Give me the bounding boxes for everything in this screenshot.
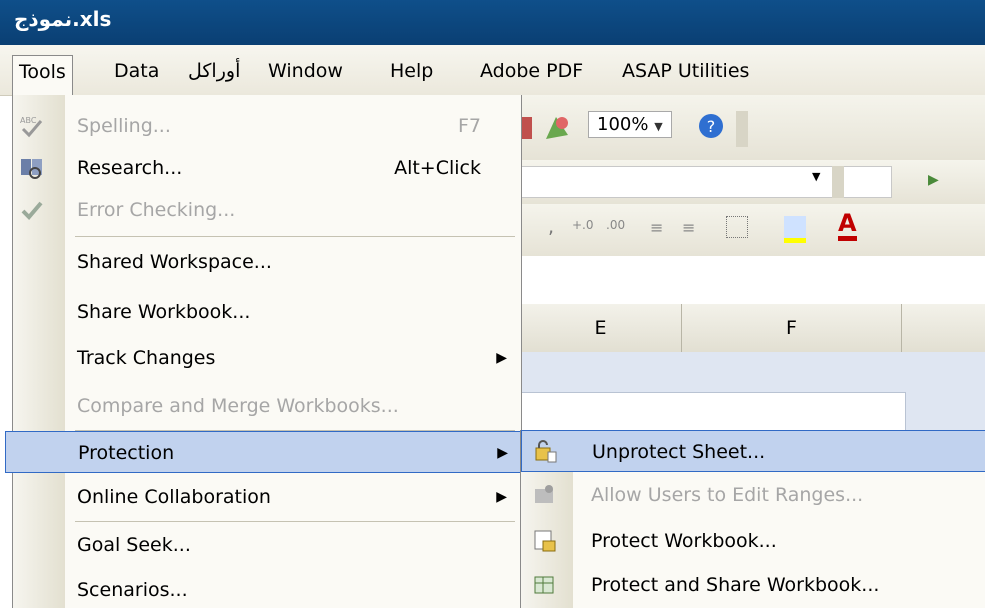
cell[interactable] — [520, 392, 906, 432]
menu-item-label: Share Workbook... — [77, 301, 251, 323]
play-icon[interactable]: ▶ — [928, 172, 939, 188]
svg-text:ABC: ABC — [20, 116, 37, 125]
menu-item-label: Scenarios... — [77, 579, 188, 601]
protection-submenu: Unprotect Sheet... Allow Users to Edit R… — [520, 430, 985, 608]
menu-help[interactable]: Help — [384, 55, 439, 87]
menu-item-label: Online Collaboration — [77, 486, 271, 508]
menu-item-label: Track Changes — [77, 347, 216, 369]
chevron-down-icon: ▼ — [654, 120, 663, 133]
zoom-select[interactable]: 100% ▼ — [588, 111, 672, 138]
submenu-item-protect-share-workbook[interactable]: Protect and Share Workbook... — [521, 564, 985, 606]
menu-item-protection[interactable]: Protection ▶ — [5, 431, 523, 473]
toolbar-options-icon[interactable] — [736, 111, 748, 147]
increase-indent-icon[interactable]: ≡ — [682, 218, 695, 237]
menu-oracle[interactable]: أوراكل — [182, 55, 246, 87]
menu-item-compare-merge[interactable]: Compare and Merge Workbooks... — [13, 385, 521, 427]
menu-item-label: Goal Seek... — [77, 534, 191, 556]
fill-color-icon[interactable] — [784, 216, 806, 243]
formula-bar[interactable] — [520, 256, 985, 305]
svg-text:?: ? — [707, 117, 716, 136]
menu-tools[interactable]: Tools — [12, 55, 73, 95]
menu-item-label: Protection — [78, 442, 175, 464]
standard-toolbar: 100% ▼ ? — [520, 95, 985, 160]
menu-item-shared-workspace[interactable]: Shared Workspace... — [13, 241, 521, 283]
zoom-value: 100% — [597, 114, 649, 135]
allow-users-icon — [535, 485, 553, 503]
title-bar: نموذج.xls — [0, 0, 985, 46]
submenu-item-label: Protect and Share Workbook... — [591, 574, 880, 596]
font-color-icon[interactable]: A — [838, 210, 857, 241]
submenu-item-label: Allow Users to Edit Ranges... — [591, 484, 864, 506]
menu-bar: Tools Data أوراكل Window Help Adobe PDF … — [0, 45, 985, 96]
submenu-arrow-icon: ▶ — [496, 350, 507, 366]
menu-asap-utilities[interactable]: ASAP Utilities — [616, 55, 755, 87]
unprotect-sheet-icon — [535, 440, 557, 463]
menu-item-label: Shared Workspace... — [77, 251, 272, 273]
tools-menu: ABC Spelling... F7 Research... Alt+Click… — [5, 95, 523, 611]
menu-window[interactable]: Window — [262, 55, 349, 87]
protect-share-icon — [534, 576, 554, 594]
increase-decimal-icon[interactable]: +.0 — [572, 218, 594, 232]
submenu-item-unprotect-sheet[interactable]: Unprotect Sheet... — [521, 430, 985, 472]
menu-item-label: Spelling... — [77, 115, 171, 137]
spelling-icon: ABC — [20, 116, 43, 138]
menu-item-share-workbook[interactable]: Share Workbook... — [13, 291, 521, 333]
menu-item-label: Error Checking... — [77, 199, 236, 221]
menu-item-track-changes[interactable]: Track Changes ▶ — [13, 337, 521, 379]
submenu-arrow-icon: ▶ — [497, 445, 508, 461]
comma-style-icon[interactable]: , — [548, 216, 554, 238]
font-toolbar: ▼ ▶ — [520, 160, 985, 204]
menu-adobe-pdf[interactable]: Adobe PDF — [474, 55, 589, 87]
help-icon[interactable]: ? — [696, 111, 726, 141]
submenu-item-allow-users-edit-ranges[interactable]: Allow Users to Edit Ranges... — [521, 474, 985, 516]
column-headers: E F — [520, 304, 985, 353]
submenu-item-label: Protect Workbook... — [591, 530, 777, 552]
chevron-down-icon[interactable]: ▼ — [812, 170, 820, 183]
drawing-icon[interactable] — [542, 113, 572, 143]
menu-separator — [75, 236, 515, 237]
menu-item-research[interactable]: Research... Alt+Click — [13, 147, 521, 189]
menu-item-spelling[interactable]: ABC Spelling... F7 — [13, 105, 521, 147]
submenu-arrow-icon: ▶ — [496, 489, 507, 505]
submenu-item-protect-workbook[interactable]: Protect Workbook... — [521, 520, 985, 562]
menu-item-label: Research... — [77, 157, 183, 179]
research-icon — [21, 159, 42, 179]
menu-data[interactable]: Data — [108, 55, 165, 87]
menu-item-goal-seek[interactable]: Goal Seek... — [13, 524, 521, 566]
column-header-e[interactable]: E — [520, 304, 682, 352]
decrease-decimal-icon[interactable]: .00 — [606, 218, 625, 232]
decrease-indent-icon[interactable]: ≡ — [650, 218, 663, 237]
menu-item-online-collaboration[interactable]: Online Collaboration ▶ — [13, 476, 521, 518]
error-checking-icon — [21, 201, 43, 220]
submenu-item-label: Unprotect Sheet... — [592, 441, 766, 463]
formatting-toolbar: , +.0 .00 ≡ ≡ A — [520, 204, 985, 257]
column-header-f[interactable]: F — [682, 304, 902, 352]
menu-item-scenarios[interactable]: Scenarios... — [13, 569, 521, 611]
chart-icon[interactable] — [522, 117, 532, 139]
toolbar-options-icon[interactable] — [832, 166, 844, 198]
menu-item-label: Compare and Merge Workbooks... — [77, 395, 399, 417]
borders-icon[interactable] — [726, 216, 748, 238]
menu-separator — [75, 521, 515, 522]
window-title: نموذج.xls — [14, 7, 112, 31]
protect-workbook-icon — [534, 530, 556, 552]
menu-item-shortcut: Alt+Click — [394, 157, 481, 179]
menu-item-shortcut: F7 — [457, 115, 481, 137]
menu-item-error-checking[interactable]: Error Checking... — [13, 189, 521, 231]
